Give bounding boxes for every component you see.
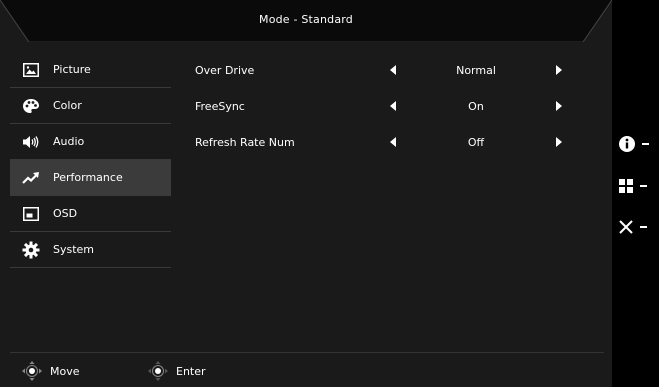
setting-value: Normal <box>456 64 496 77</box>
osd-panel: Mode - Standard Picture Color Audio Perf… <box>0 0 612 387</box>
settings-list: Over Drive Normal FreeSync On Refresh Ra… <box>185 52 605 160</box>
sidebar-item-label: Picture <box>53 63 91 76</box>
footer-move-hint: Move <box>21 360 80 382</box>
sidebar-item-label: OSD <box>53 207 78 220</box>
joystick-enter-icon <box>148 361 168 381</box>
setting-label: Refresh Rate Num <box>195 136 295 149</box>
sidebar-item-color[interactable]: Color <box>10 88 171 124</box>
sidebar-item-audio[interactable]: Audio <box>10 124 171 160</box>
hotkey-dash <box>640 226 647 228</box>
hotkey-panel <box>612 0 659 387</box>
hotkey-close[interactable] <box>618 215 658 239</box>
monitor-osd-screen: Mode - Standard Picture Color Audio Perf… <box>0 0 659 387</box>
gear-icon <box>21 240 41 260</box>
sidebar-item-label: Color <box>53 99 82 112</box>
joystick-move-icon <box>22 361 42 381</box>
speaker-icon <box>21 132 41 152</box>
hotkey-menu[interactable] <box>618 174 658 198</box>
arrow-right-icon[interactable] <box>554 136 564 148</box>
setting-row-over-drive[interactable]: Over Drive Normal <box>185 52 605 88</box>
hotkey-dash <box>640 185 647 187</box>
sidebar-item-label: Performance <box>53 171 123 184</box>
trend-up-icon <box>21 168 41 188</box>
hotkey-info[interactable] <box>618 132 658 156</box>
sidebar-item-system[interactable]: System <box>10 232 171 268</box>
setting-label: Over Drive <box>195 64 255 77</box>
sidebar-item-osd[interactable]: OSD <box>10 196 171 232</box>
sidebar-item-label: System <box>53 243 95 256</box>
setting-row-refresh-rate-num[interactable]: Refresh Rate Num Off <box>185 124 605 160</box>
picture-icon <box>21 60 41 80</box>
footer-divider <box>10 352 604 353</box>
hotkey-dash <box>642 143 649 145</box>
page-title: Mode - Standard <box>259 13 353 26</box>
arrow-left-icon[interactable] <box>388 64 398 76</box>
setting-value: On <box>468 100 484 113</box>
sidebar: Picture Color Audio Performance OSD Syst… <box>10 52 171 268</box>
arrow-left-icon[interactable] <box>388 100 398 112</box>
setting-value: Off <box>467 136 485 149</box>
sidebar-item-label: Audio <box>53 135 85 148</box>
close-icon <box>619 220 633 234</box>
footer-enter-label: Enter <box>176 364 206 378</box>
info-icon <box>619 136 635 152</box>
arrow-right-icon[interactable] <box>554 64 564 76</box>
setting-label: FreeSync <box>195 100 245 113</box>
sidebar-item-picture[interactable]: Picture <box>10 52 171 88</box>
setting-row-freesync[interactable]: FreeSync On <box>185 88 605 124</box>
grid-icon <box>619 179 633 193</box>
footer-enter-hint: Enter <box>147 360 206 382</box>
arrow-right-icon[interactable] <box>554 100 564 112</box>
arrow-left-icon[interactable] <box>388 136 398 148</box>
footer-hints: Move Enter <box>0 355 612 385</box>
palette-icon <box>21 96 41 116</box>
footer-move-label: Move <box>50 364 80 378</box>
osd-window-icon <box>21 204 41 224</box>
sidebar-item-performance[interactable]: Performance <box>10 160 171 196</box>
